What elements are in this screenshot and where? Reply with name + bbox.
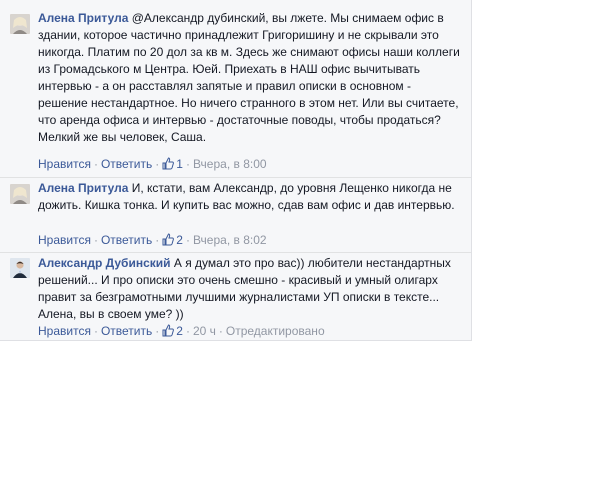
comment-actions: Нравится · Ответить · 2 · Вчера, в 8:02 bbox=[38, 233, 267, 247]
comment-timestamp[interactable]: Вчера, в 8:00 bbox=[193, 157, 267, 171]
like-count[interactable]: 2 bbox=[162, 233, 183, 247]
separator-dot: · bbox=[185, 324, 190, 338]
comment-divider bbox=[0, 252, 471, 253]
separator-dot: · bbox=[155, 233, 160, 247]
like-link[interactable]: Нравится bbox=[38, 324, 91, 338]
comment-author[interactable]: Алена Притула bbox=[38, 11, 128, 25]
avatar[interactable] bbox=[10, 258, 30, 278]
comment-body: Александр Дубинский А я думал это про ва… bbox=[38, 255, 463, 323]
reply-link[interactable]: Ответить bbox=[101, 157, 152, 171]
like-link[interactable]: Нравится bbox=[38, 233, 91, 247]
like-count[interactable]: 1 bbox=[162, 157, 183, 171]
comments-panel: Алена Притула @Александр дубинский, вы л… bbox=[0, 0, 472, 341]
avatar[interactable] bbox=[10, 184, 30, 204]
separator-dot: · bbox=[93, 324, 98, 338]
thumbs-up-icon bbox=[162, 233, 175, 246]
comment-actions: Нравится · Ответить · 1 · Вчера, в 8:00 bbox=[38, 157, 267, 171]
thumbs-up-icon bbox=[162, 157, 175, 170]
thumbs-up-icon bbox=[162, 324, 175, 337]
like-link[interactable]: Нравится bbox=[38, 157, 91, 171]
comment-body: Алена Притула И, кстати, вам Александр, … bbox=[38, 180, 463, 214]
comment-author[interactable]: Александр Дубинский bbox=[38, 256, 171, 270]
separator-dot: · bbox=[218, 324, 223, 338]
comment-text: @Александр дубинский, вы лжете. Мы снима… bbox=[38, 11, 460, 144]
like-count-value: 1 bbox=[176, 157, 183, 171]
comment-author[interactable]: Алена Притула bbox=[38, 181, 128, 195]
comment-divider bbox=[0, 177, 471, 178]
separator-dot: · bbox=[93, 233, 98, 247]
like-count-value: 2 bbox=[176, 324, 183, 338]
comment-timestamp[interactable]: 20 ч bbox=[193, 324, 216, 338]
separator-dot: · bbox=[185, 157, 190, 171]
comment-timestamp[interactable]: Вчера, в 8:02 bbox=[193, 233, 267, 247]
comment-actions: Нравится · Ответить · 2 · 20 ч · Отредактировано bbox=[38, 324, 325, 338]
separator-dot: · bbox=[93, 157, 98, 171]
reply-link[interactable]: Ответить bbox=[101, 324, 152, 338]
separator-dot: · bbox=[185, 233, 190, 247]
avatar[interactable] bbox=[10, 14, 30, 34]
separator-dot: · bbox=[155, 324, 160, 338]
like-count-value: 2 bbox=[176, 233, 183, 247]
reply-link[interactable]: Ответить bbox=[101, 233, 152, 247]
edited-label[interactable]: Отредактировано bbox=[226, 324, 325, 338]
separator-dot: · bbox=[155, 157, 160, 171]
like-count[interactable]: 2 bbox=[162, 324, 183, 338]
comment-body: Алена Притула @Александр дубинский, вы л… bbox=[38, 10, 463, 146]
